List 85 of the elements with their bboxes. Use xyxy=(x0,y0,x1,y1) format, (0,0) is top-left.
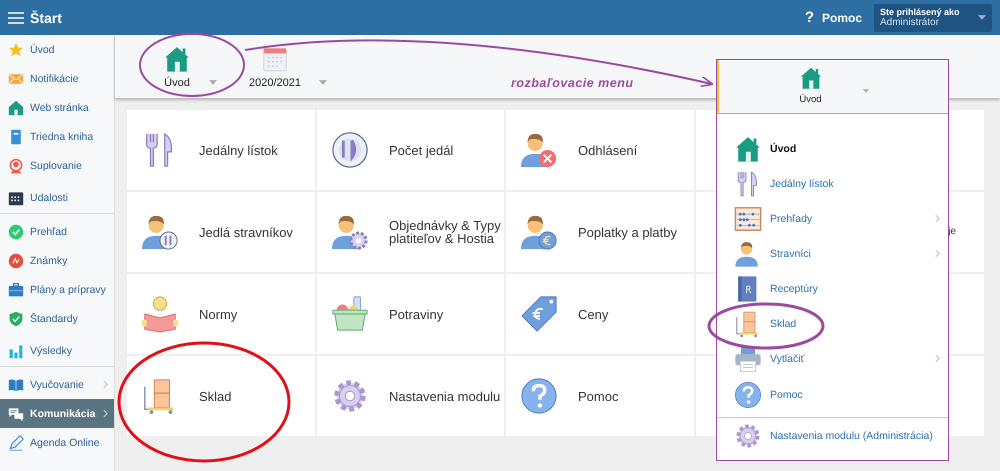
annotation-text: rozbaľovacie menu xyxy=(511,76,634,90)
help-icon xyxy=(520,377,558,415)
house-icon xyxy=(798,66,822,90)
chevron-right-icon xyxy=(935,214,940,223)
sidebar-item[interactable]: Známky xyxy=(0,246,114,275)
price-tag-icon xyxy=(520,295,558,333)
help-label: Pomoc xyxy=(822,10,862,24)
dropdown-item[interactable]: Úvod xyxy=(717,131,948,166)
chevron-right-icon xyxy=(103,380,108,389)
module-tile[interactable]: Potraviny xyxy=(317,274,504,354)
sidebar-item[interactable]: Štandardy xyxy=(0,304,114,333)
module-tile[interactable]: Normy xyxy=(127,274,315,354)
sidebar-item[interactable]: Triedna kniha xyxy=(0,122,114,151)
module-tile[interactable]: Ceny xyxy=(506,274,694,354)
sidebar-item[interactable]: Suplovanie xyxy=(0,151,114,180)
reading-person-icon xyxy=(141,295,179,333)
sidebar-item[interactable]: Komunikácia xyxy=(0,399,114,428)
help-link[interactable]: ? Pomoc xyxy=(804,9,862,26)
bar-chart-icon xyxy=(8,343,24,359)
toolbar-button[interactable]: 2020/2021 xyxy=(249,44,327,88)
module-tile[interactable]: Sklad xyxy=(127,356,315,436)
dropdown-item[interactable]: Vytlačiť xyxy=(717,341,948,376)
shield-icon xyxy=(8,310,24,326)
module-tile[interactable]: Jedálny lístok xyxy=(127,110,315,190)
sidebar-item[interactable]: Plány a prípravy xyxy=(0,275,114,304)
chevron-right-icon xyxy=(935,249,940,258)
module-tile[interactable]: Jedlá stravníkov xyxy=(127,192,315,272)
calendar-icon xyxy=(8,190,24,206)
module-tile[interactable]: Poplatky a platby xyxy=(506,192,694,272)
star-icon xyxy=(8,42,24,58)
menu-button[interactable] xyxy=(8,10,24,24)
sidebar-item[interactable]: Výsledky xyxy=(0,333,114,367)
dropdown-item[interactable]: Nastavenia modulu (Administrácia) xyxy=(717,418,948,453)
dropdown-item[interactable]: Receptúry xyxy=(717,271,948,306)
caret-icon xyxy=(978,15,986,20)
sidebar-item[interactable]: Udalosti xyxy=(0,180,114,214)
basket-icon xyxy=(331,295,369,333)
user-role: Administrátor xyxy=(880,17,940,28)
house-icon xyxy=(163,44,191,72)
module-tile[interactable]: Objednávky & Typy platiteľov & Hostia xyxy=(317,192,504,272)
settings-icon xyxy=(734,422,762,450)
abacus-icon xyxy=(734,204,762,232)
help-icon xyxy=(734,380,762,408)
sidebar-item[interactable]: Web stránka xyxy=(0,93,114,122)
open-book-icon xyxy=(8,376,24,392)
person-cancel-icon xyxy=(520,131,558,169)
chat-bubbles-icon xyxy=(8,406,24,422)
pen-icon xyxy=(8,434,24,450)
notebook-icon xyxy=(8,128,24,144)
dropdown-item[interactable]: Prehľady xyxy=(717,201,948,236)
dropdown-item[interactable]: Stravníci xyxy=(717,236,948,271)
dropdown-item[interactable]: Jedálny lístok xyxy=(717,166,948,201)
person-plate-icon xyxy=(141,213,179,251)
module-tile[interactable]: Pomoc xyxy=(506,356,694,436)
sidebar-item[interactable]: Prehľad xyxy=(0,217,114,246)
check-circle-icon xyxy=(8,224,24,240)
user-caption: Ste prihlásený ako xyxy=(880,7,960,17)
caret-icon xyxy=(319,80,327,84)
briefcase-icon xyxy=(8,282,24,298)
person-ring-icon xyxy=(8,158,24,174)
dropdown-item[interactable]: Sklad xyxy=(717,306,948,341)
sidebar-item[interactable]: Notifikácie xyxy=(0,64,114,93)
module-tile[interactable]: Počet jedál xyxy=(317,110,504,190)
page-title: Štart xyxy=(30,10,62,26)
sidebar-item[interactable]: Vyučovanie xyxy=(0,370,114,399)
module-tile[interactable]: Odhlásení xyxy=(506,110,694,190)
grade-circle-icon xyxy=(8,252,24,268)
plate-icon xyxy=(331,131,369,169)
sidebar-item[interactable]: Agenda Online xyxy=(0,428,114,457)
caret-icon xyxy=(862,89,868,93)
house-icon xyxy=(734,134,762,162)
toolbar-button[interactable]: Úvod xyxy=(163,44,217,88)
person-gear-icon xyxy=(331,213,369,251)
module-tile[interactable]: Nastavenia modulu xyxy=(317,356,504,436)
dropdown-toggle[interactable]: Úvod xyxy=(717,60,948,114)
sidebar-item[interactable]: Úvod xyxy=(0,35,114,64)
house-icon xyxy=(8,100,24,116)
dropdown-item[interactable]: Pomoc xyxy=(717,376,948,418)
user-menu[interactable]: Ste prihlásený ako Administrátor xyxy=(874,4,992,32)
printer-icon xyxy=(734,344,762,372)
help-icon: ? xyxy=(804,9,814,26)
caret-icon xyxy=(209,80,217,84)
person-euro-icon xyxy=(520,213,558,251)
chevron-right-icon xyxy=(935,354,940,363)
chevron-right-icon xyxy=(103,409,108,418)
